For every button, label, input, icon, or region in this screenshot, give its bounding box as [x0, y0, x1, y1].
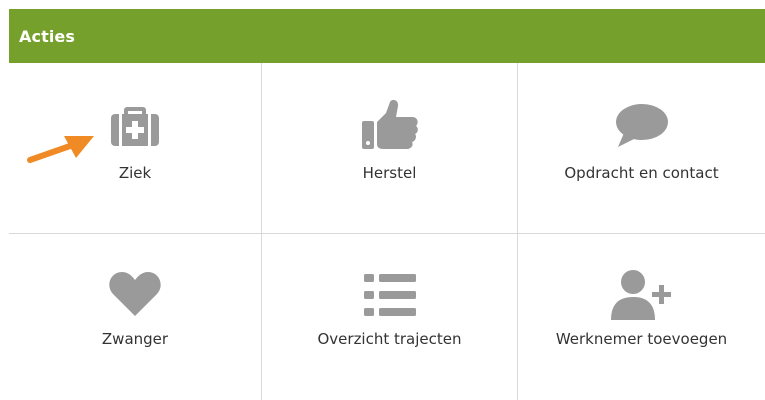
action-tile-werknemer-toevoegen[interactable]: Werknemer toevoegen — [518, 234, 765, 400]
action-label: Herstel — [362, 164, 417, 182]
action-tile-overzicht-trajecten[interactable]: Overzicht trajecten — [262, 234, 517, 400]
list-icon — [363, 274, 416, 316]
speech-bubble-icon — [615, 104, 668, 147]
action-label: Werknemer toevoegen — [555, 330, 728, 348]
actions-grid: Ziek Herstel Opdracht en contact Zwanger… — [9, 63, 765, 400]
first-aid-kit-icon — [111, 107, 159, 146]
action-label: Overzicht trajecten — [317, 330, 462, 348]
action-tile-zwanger[interactable]: Zwanger — [9, 234, 261, 400]
pointer-arrow-icon — [27, 136, 94, 163]
actions-panel: Acties Ziek Herstel Opdracht en contact … — [9, 9, 765, 400]
action-label: Zwanger — [101, 330, 169, 348]
panel-title: Acties — [19, 26, 75, 46]
add-user-icon — [610, 270, 671, 320]
action-tile-herstel[interactable]: Herstel — [262, 63, 517, 233]
panel-header: Acties — [9, 9, 765, 63]
heart-icon — [109, 272, 161, 316]
thumbs-up-icon — [361, 99, 418, 149]
action-tile-opdracht-en-contact[interactable]: Opdracht en contact — [518, 63, 765, 233]
action-label: Opdracht en contact — [564, 164, 719, 182]
